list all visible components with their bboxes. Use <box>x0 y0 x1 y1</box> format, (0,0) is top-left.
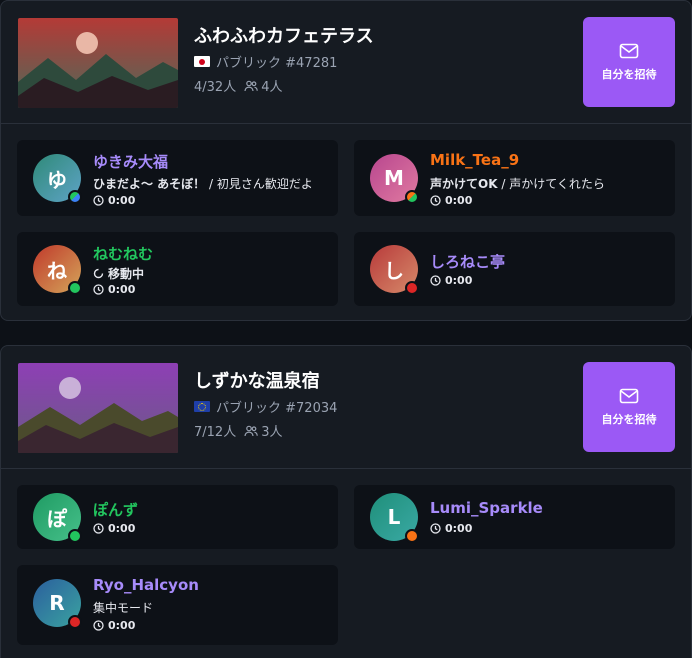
capacity-count: 7/12人 <box>194 425 237 440</box>
clock-icon <box>430 195 441 206</box>
time-value: 0:00 <box>445 522 473 535</box>
member-time: 0:00 <box>93 522 135 535</box>
invite-label: 自分を招待 <box>601 412 657 426</box>
member-time: 0:00 <box>93 194 135 207</box>
flag-jp-icon <box>194 56 210 67</box>
instance-card: しずかな温泉宿 パブリック #72034 7/12人 3人 自分を招待 ぽ ぽん… <box>0 345 692 658</box>
time-value: 0:00 <box>445 274 473 287</box>
instance-counts: 4/32人 4人 <box>194 76 282 95</box>
status-text: 初見さん歓迎だよ <box>216 177 313 191</box>
avatar-initial: し <box>384 258 404 283</box>
status-text: 集中モード <box>93 601 154 615</box>
member-name[interactable]: しろねこ亭 <box>430 251 505 272</box>
instance-title: しずかな温泉宿 <box>194 371 320 392</box>
clock-icon <box>430 275 441 286</box>
status-dot-online <box>68 529 82 543</box>
friends-icon <box>244 79 259 93</box>
member-card[interactable]: ぽ ぽんず 0:00 <box>17 485 338 549</box>
member-status: 集中モード <box>93 599 153 616</box>
member-time: 0:00 <box>93 619 135 632</box>
member-name[interactable]: Ryo_Halcyon <box>93 576 199 594</box>
mail-icon <box>619 43 639 59</box>
member-card[interactable]: ね ねむねむ 移動中 0:00 <box>17 232 338 306</box>
status-dot-busy <box>405 281 419 295</box>
avatar-initial: L <box>387 505 401 529</box>
status-headline: 声かけてOK <box>430 177 498 191</box>
friends-count-group: 4人 <box>244 76 282 95</box>
member-time: 0:00 <box>430 194 472 207</box>
time-value: 0:00 <box>108 522 136 535</box>
status-dot-away <box>405 529 419 543</box>
status-dot-online <box>68 281 82 295</box>
member-name[interactable]: ゆきみ大福 <box>93 151 168 172</box>
clock-icon <box>93 523 104 534</box>
clock-icon <box>93 284 104 295</box>
member-time: 0:00 <box>93 283 135 296</box>
invite-self-button[interactable]: 自分を招待 <box>583 362 675 452</box>
member-name[interactable]: ぽんず <box>93 499 138 520</box>
status-headline: ひまだよ～ あそぼ！ <box>93 177 206 191</box>
mail-icon <box>619 388 639 404</box>
member-card[interactable]: ゆ ゆきみ大福 ひまだよ～ あそぼ！ / 初見さん歓迎だよ 0:00 <box>17 140 338 216</box>
member-name[interactable]: Lumi_Sparkle <box>430 499 543 517</box>
avatar-initial: M <box>384 166 404 190</box>
avatar-initial: ね <box>47 258 67 283</box>
status-dot-ok <box>405 190 419 204</box>
invite-label: 自分を招待 <box>601 67 657 81</box>
member-card[interactable]: し しろねこ亭 0:00 <box>354 232 675 306</box>
instance-title: ふわふわカフェテラス <box>194 26 374 47</box>
member-name[interactable]: Milk_Tea_9 <box>430 151 519 169</box>
invite-self-button[interactable]: 自分を招待 <box>583 17 675 107</box>
time-value: 0:00 <box>108 283 136 296</box>
instance-visibility: パブリック #72034 <box>194 397 337 416</box>
member-status: ひまだよ～ あそぼ！ / 初見さん歓迎だよ <box>93 175 313 192</box>
member-status: 移動中 <box>93 265 144 282</box>
status-text: 声かけてくれたら <box>509 177 605 191</box>
status-dot-busy <box>68 615 82 629</box>
member-time: 0:00 <box>430 274 472 287</box>
loading-icon <box>93 268 104 279</box>
avatar-initial: R <box>49 591 65 615</box>
instance-thumbnail[interactable] <box>18 18 178 108</box>
instance-thumbnail[interactable] <box>18 363 178 453</box>
clock-icon <box>430 523 441 534</box>
clock-icon <box>93 620 104 631</box>
flag-eu-icon <box>194 401 210 412</box>
friends-count-group: 3人 <box>244 421 282 440</box>
friends-count: 4人 <box>261 80 283 95</box>
instance-header: ふわふわカフェテラス パブリック #47281 4/32人 4人 自分を招待 <box>1 1 691 124</box>
time-value: 0:00 <box>108 619 136 632</box>
member-time: 0:00 <box>430 522 472 535</box>
status-headline: 移動中 <box>108 267 145 281</box>
member-card[interactable]: R Ryo_Halcyon 集中モード 0:00 <box>17 565 338 645</box>
time-value: 0:00 <box>108 194 136 207</box>
friends-count: 3人 <box>261 425 283 440</box>
instance-counts: 7/12人 3人 <box>194 421 282 440</box>
instance-header: しずかな温泉宿 パブリック #72034 7/12人 3人 自分を招待 <box>1 346 691 469</box>
member-card[interactable]: L Lumi_Sparkle 0:00 <box>354 485 675 549</box>
member-name[interactable]: ねむねむ <box>93 243 153 264</box>
clock-icon <box>93 195 104 206</box>
status-separator: / <box>205 177 217 191</box>
capacity-count: 4/32人 <box>194 80 237 95</box>
visibility-label: パブリック #72034 <box>216 401 338 416</box>
status-dot-ask <box>68 190 82 204</box>
time-value: 0:00 <box>445 194 473 207</box>
member-card[interactable]: M Milk_Tea_9 声かけてOK / 声かけてくれたら 0:00 <box>354 140 675 216</box>
visibility-label: パブリック #47281 <box>216 56 338 71</box>
avatar-initial: ぽ <box>47 506 67 531</box>
member-status: 声かけてOK / 声かけてくれたら <box>430 175 605 192</box>
friends-icon <box>244 424 259 438</box>
instance-card: ふわふわカフェテラス パブリック #47281 4/32人 4人 自分を招待 ゆ… <box>0 0 692 321</box>
instance-visibility: パブリック #47281 <box>194 52 337 71</box>
status-separator: / <box>497 177 510 191</box>
avatar-initial: ゆ <box>47 167 67 192</box>
